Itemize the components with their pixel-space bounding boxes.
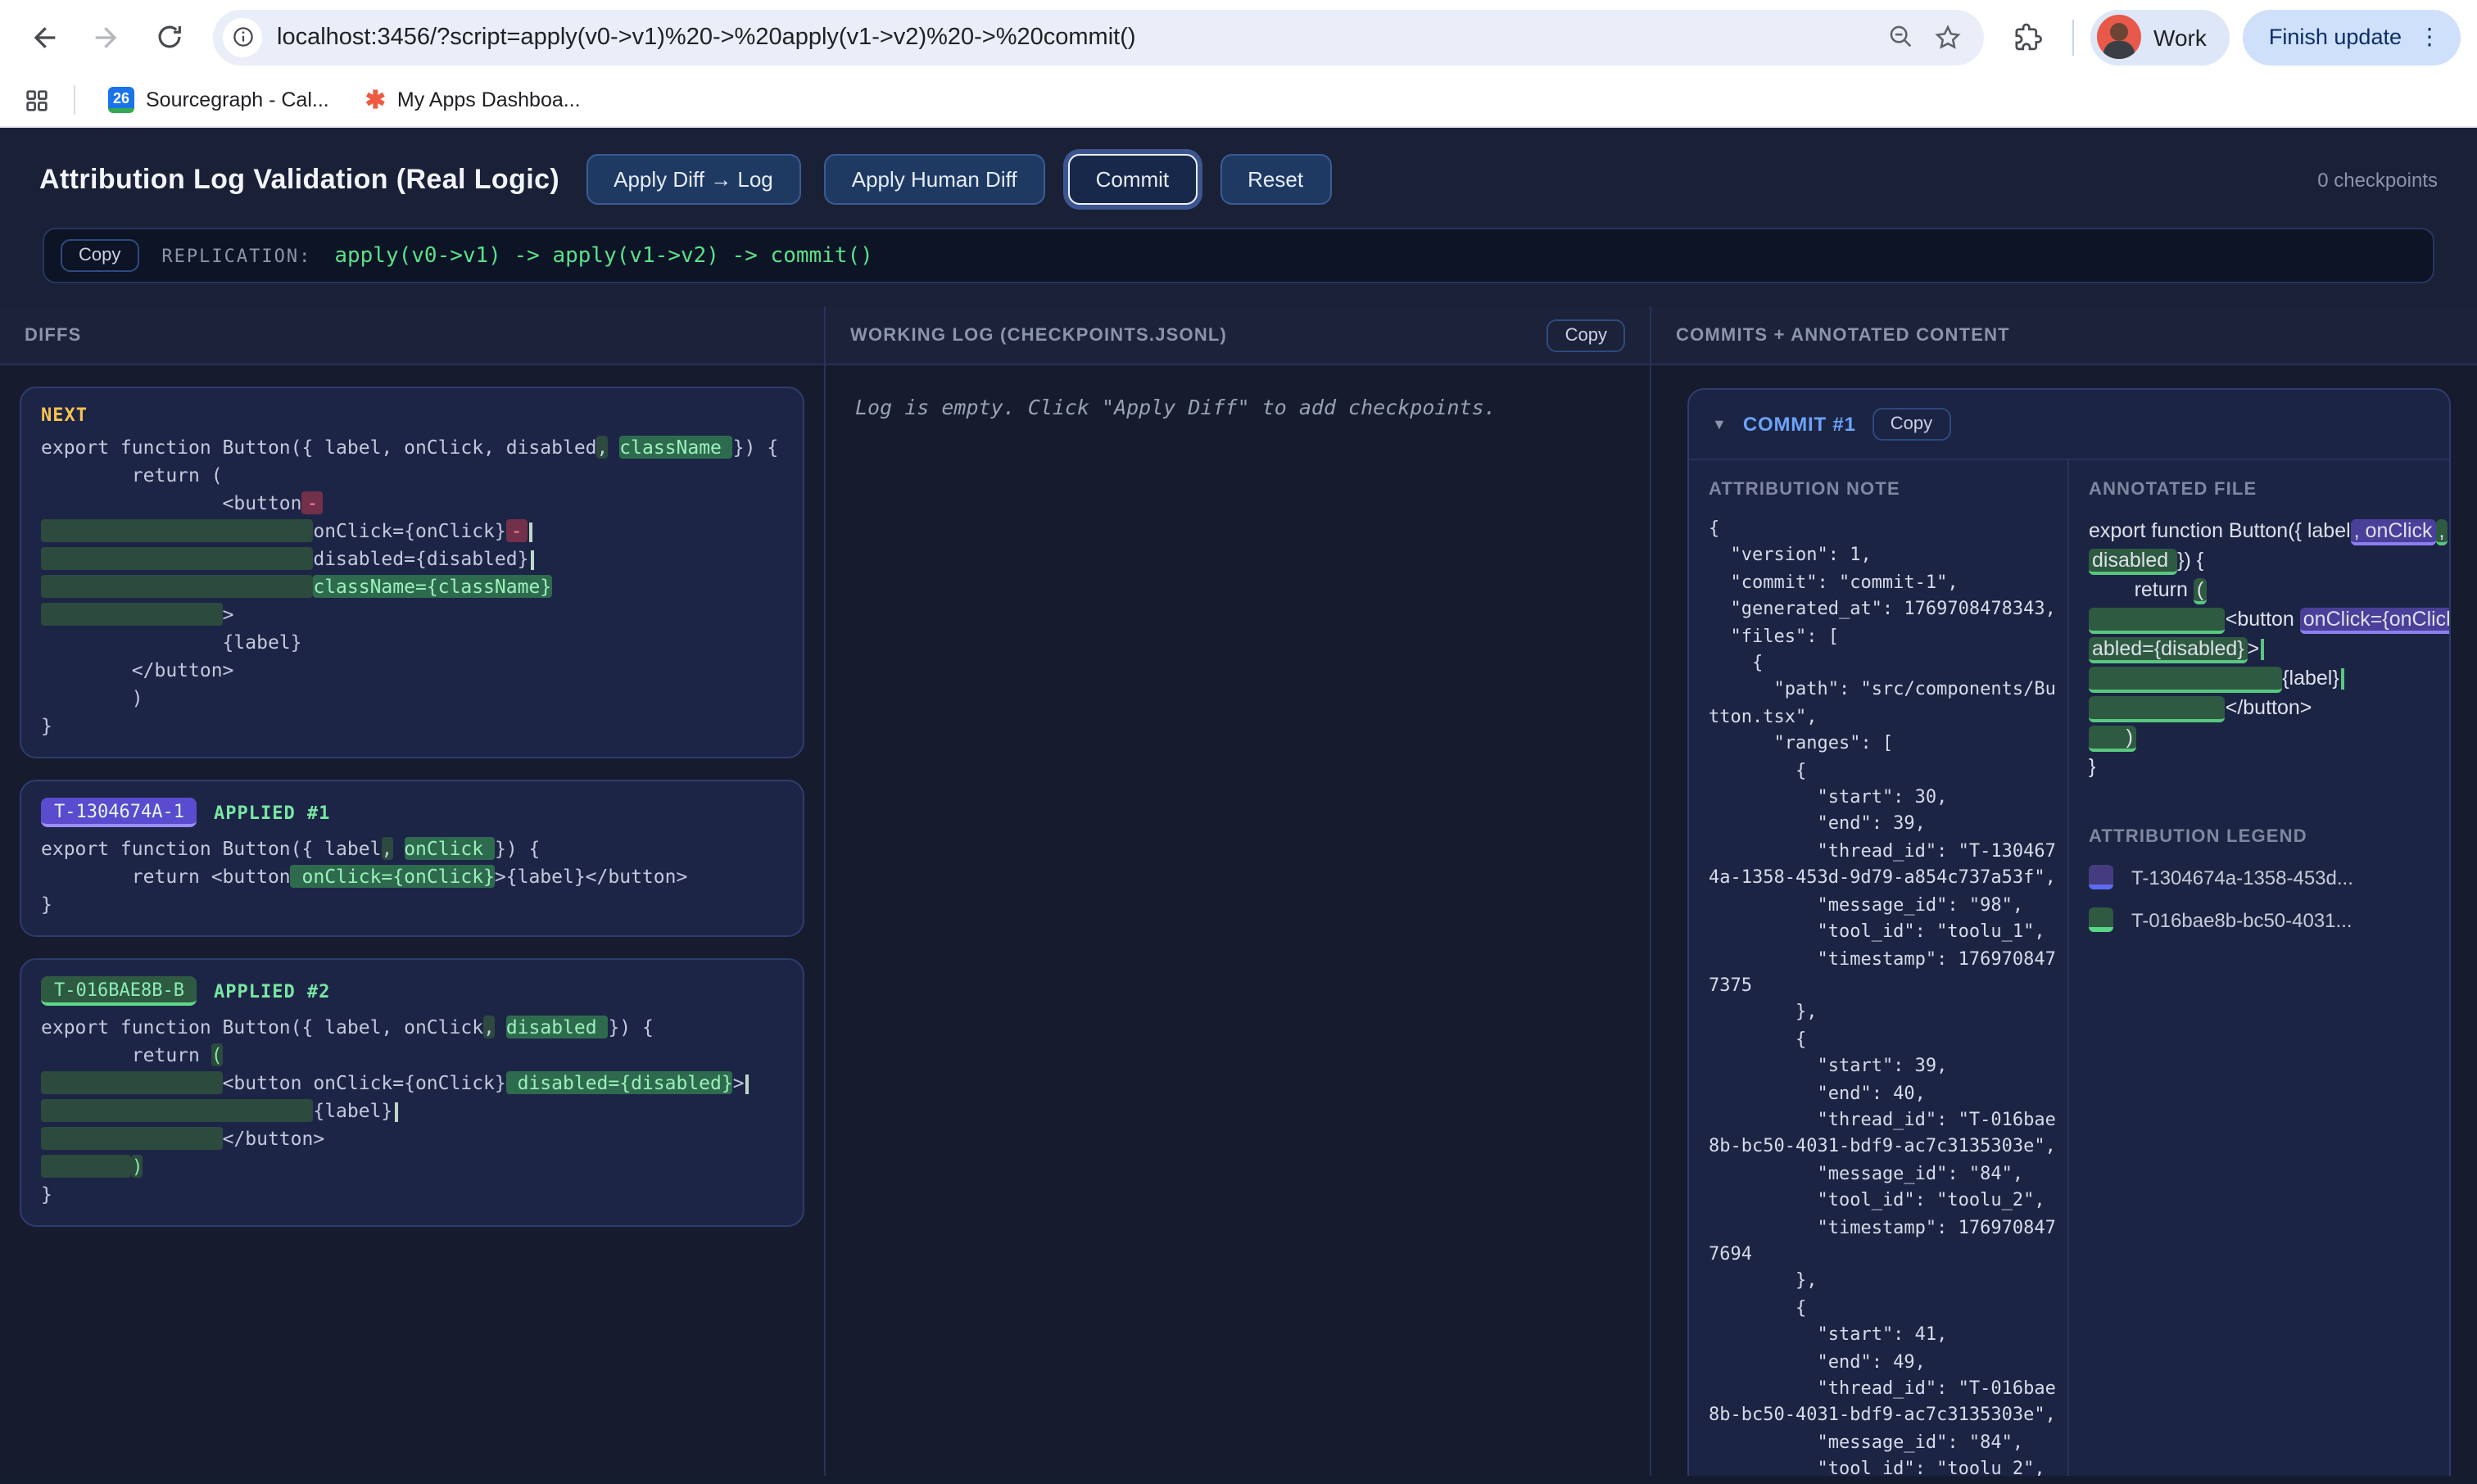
attribution-legend-title: ATTRIBUTION LEGEND xyxy=(2089,827,2439,847)
working-log-copy-button[interactable]: Copy xyxy=(1547,319,1625,351)
collapse-chevron-icon[interactable]: ▼ xyxy=(1712,416,1727,432)
back-icon xyxy=(28,20,61,53)
commit-button[interactable]: Commit xyxy=(1068,154,1198,205)
diff-code: export function Button({ label, onClick … xyxy=(41,835,783,919)
attribution-note-title: ATTRIBUTION NOTE xyxy=(1709,480,2058,500)
finish-update-button[interactable]: Finish update ⋮ xyxy=(2243,9,2461,65)
diff-card-next[interactable]: NEXT export function Button({ label, onC… xyxy=(20,387,804,758)
calendar-favicon: 26 xyxy=(108,87,134,113)
commit-label: COMMIT #1 xyxy=(1743,413,1856,436)
site-info-button[interactable] xyxy=(223,17,262,57)
attribution-legend: ATTRIBUTION LEGEND T-1304674a-1358-453d.… xyxy=(2089,827,2439,932)
diff-card-applied-1[interactable]: T-1304674A-1 APPLIED #1 export function … xyxy=(20,780,804,937)
attribution-note-section: ATTRIBUTION NOTE { "version": 1, "commit… xyxy=(1689,460,2069,1476)
working-log-column: WORKING LOG (CHECKPOINTS.JSONL) Copy Log… xyxy=(826,306,1651,1476)
attribution-note-json: { "version": 1, "commit": "commit-1", "g… xyxy=(1709,516,2058,1476)
commit-card-header[interactable]: ▼ COMMIT #1 Copy xyxy=(1689,390,2449,459)
avatar xyxy=(2096,15,2140,59)
info-icon xyxy=(230,25,255,49)
bookmark-label: My Apps Dashboa... xyxy=(397,88,581,111)
extensions-button[interactable] xyxy=(1999,9,2055,65)
bookmark-star-button[interactable] xyxy=(1924,14,1970,60)
diffs-column: DIFFS NEXT export function Button({ labe… xyxy=(0,306,826,1476)
replication-copy-button[interactable]: Copy xyxy=(61,239,138,272)
diffs-header: DIFFS xyxy=(0,306,824,365)
reload-icon xyxy=(153,21,184,52)
star-icon xyxy=(1932,22,1962,52)
finish-update-label: Finish update xyxy=(2269,25,2402,49)
legend-label: T-016bae8b-bc50-4031... xyxy=(2131,908,2352,931)
diff-meta: NEXT xyxy=(41,405,783,426)
working-log-header: WORKING LOG (CHECKPOINTS.JSONL) Copy xyxy=(826,306,1650,365)
working-log-title: WORKING LOG (CHECKPOINTS.JSONL) xyxy=(850,325,1227,345)
diff-status: NEXT xyxy=(41,405,88,426)
commit-card-content: ATTRIBUTION NOTE { "version": 1, "commit… xyxy=(1689,459,2449,1476)
page-title: Attribution Log Validation (Real Logic) xyxy=(39,163,559,196)
log-empty-message: Log is empty. Click "Apply Diff" to add … xyxy=(855,395,1620,419)
bookmarks-separator xyxy=(74,85,75,115)
back-button[interactable] xyxy=(16,9,72,65)
diff-code: export function Button({ label, onClick,… xyxy=(41,1014,783,1209)
replication-prefix: REPLICATION: xyxy=(161,245,311,266)
asterisk-favicon: ✱ xyxy=(365,88,386,112)
diff-code: export function Button({ label, onClick,… xyxy=(41,434,783,740)
thread-badge: T-1304674A-1 xyxy=(41,798,197,827)
thread-badge: T-016BAE8B-B xyxy=(41,976,197,1006)
toolbar-right: Work Finish update ⋮ xyxy=(1999,9,2461,65)
commits-column: COMMITS + ANNOTATED CONTENT ▼ COMMIT #1 … xyxy=(1651,306,2477,1476)
replication-bar: Copy REPLICATION: apply(v0->v1) -> apply… xyxy=(43,228,2434,283)
kebab-menu-icon[interactable]: ⋮ xyxy=(2418,23,2441,51)
commits-body: ▼ COMMIT #1 Copy ATTRIBUTION NOTE { "ver… xyxy=(1651,365,2477,1476)
annotated-file-section: ANNOTATED FILE export function Button({ … xyxy=(2069,460,2449,1476)
page: localhost:3456/?script=apply(v0->v1)%20-… xyxy=(0,0,2477,1484)
profile-label: Work xyxy=(2153,24,2207,50)
apps-grid-icon[interactable] xyxy=(23,86,51,114)
extensions-puzzle-icon xyxy=(2012,21,2043,52)
replication-section: Copy REPLICATION: apply(v0->v1) -> apply… xyxy=(0,224,2477,306)
commits-header: COMMITS + ANNOTATED CONTENT xyxy=(1651,306,2477,365)
zoom-out-icon xyxy=(1887,23,1915,51)
commits-title: COMMITS + ANNOTATED CONTENT xyxy=(1676,325,2010,345)
commit-copy-button[interactable]: Copy xyxy=(1872,408,1950,441)
browser-toolbar: localhost:3456/?script=apply(v0->v1)%20-… xyxy=(0,0,2477,74)
replication-script: apply(v0->v1) -> apply(v1->v2) -> commit… xyxy=(334,243,872,268)
header-actions: Apply Diff → Log Apply Human Diff Commit… xyxy=(586,154,1331,205)
url-text[interactable]: localhost:3456/?script=apply(v0->v1)%20-… xyxy=(277,24,1878,50)
diff-meta: T-016BAE8B-B APPLIED #2 xyxy=(41,976,783,1006)
legend-swatch-purple xyxy=(2089,865,2113,889)
bookmark-label: Sourcegraph - Cal... xyxy=(146,88,329,111)
bookmark-my-apps[interactable]: ✱ My Apps Dashboa... xyxy=(355,83,591,117)
zoom-out-button[interactable] xyxy=(1878,14,1924,60)
app-header: Attribution Log Validation (Real Logic) … xyxy=(0,128,2477,224)
bookmarks-bar: 26 Sourcegraph - Cal... ✱ My Apps Dashbo… xyxy=(0,74,2477,128)
main-columns: DIFFS NEXT export function Button({ labe… xyxy=(0,306,2477,1476)
diff-status: APPLIED #2 xyxy=(214,980,330,1002)
diff-card-applied-2[interactable]: T-016BAE8B-B APPLIED #2 export function … xyxy=(20,958,804,1227)
apply-diff-to-log-button[interactable]: Apply Diff → Log xyxy=(586,154,801,205)
legend-label: T-1304674a-1358-453d... xyxy=(2131,866,2353,889)
forward-button[interactable] xyxy=(79,9,134,65)
legend-item-thread-2: T-016bae8b-bc50-4031... xyxy=(2089,907,2439,932)
forward-icon xyxy=(90,20,123,53)
working-log-body: Log is empty. Click "Apply Diff" to add … xyxy=(826,365,1650,1476)
checkpoints-count: 0 checkpoints xyxy=(2317,168,2438,191)
legend-swatch-green xyxy=(2089,907,2113,932)
diff-meta: T-1304674A-1 APPLIED #1 xyxy=(41,798,783,827)
commit-card-1: ▼ COMMIT #1 Copy ATTRIBUTION NOTE { "ver… xyxy=(1687,388,2451,1476)
reset-button[interactable]: Reset xyxy=(1220,154,1331,205)
annotated-file-code: export function Button({ label, onClick,… xyxy=(2089,516,2439,781)
reload-button[interactable] xyxy=(141,9,197,65)
apply-human-diff-button[interactable]: Apply Human Diff xyxy=(824,154,1045,205)
annotated-file-title: ANNOTATED FILE xyxy=(2089,480,2439,500)
toolbar-separator xyxy=(2072,19,2073,55)
profile-button[interactable]: Work xyxy=(2090,9,2230,65)
bookmark-sourcegraph[interactable]: 26 Sourcegraph - Cal... xyxy=(98,82,339,118)
app-root: Attribution Log Validation (Real Logic) … xyxy=(0,128,2477,1484)
diffs-title: DIFFS xyxy=(25,325,82,345)
diffs-body: NEXT export function Button({ label, onC… xyxy=(0,365,824,1476)
legend-item-thread-1: T-1304674a-1358-453d... xyxy=(2089,865,2439,889)
diff-status: APPLIED #1 xyxy=(214,802,330,823)
address-bar[interactable]: localhost:3456/?script=apply(v0->v1)%20-… xyxy=(213,9,1983,65)
